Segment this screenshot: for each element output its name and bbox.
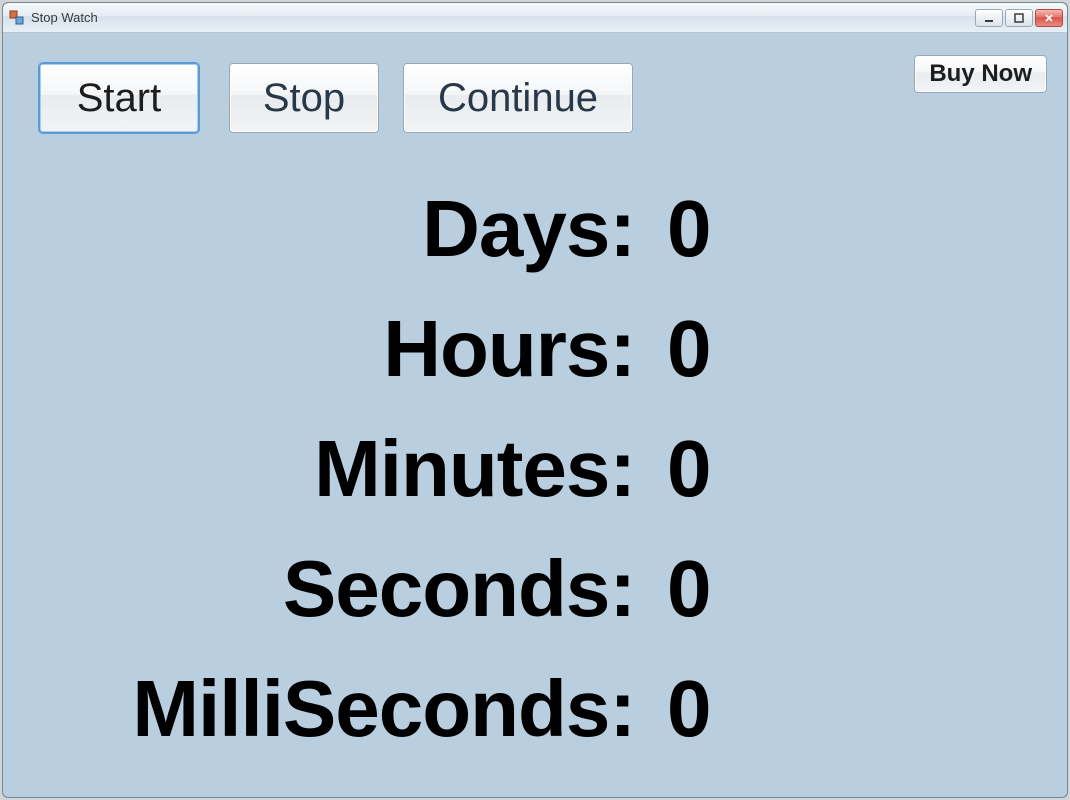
time-readout: Days: 0 Hours: 0 Minutes: 0 Seconds: 0 M…: [3, 183, 1067, 783]
hours-value: 0: [643, 303, 711, 395]
minimize-icon: [984, 13, 994, 23]
stop-button[interactable]: Stop: [229, 63, 379, 133]
days-value: 0: [643, 183, 711, 275]
milliseconds-label: MilliSeconds:: [3, 663, 643, 755]
window-controls: [975, 9, 1063, 27]
buy-now-button[interactable]: Buy Now: [914, 55, 1047, 93]
days-label: Days:: [3, 183, 643, 275]
close-button[interactable]: [1035, 9, 1063, 27]
hours-row: Hours: 0: [3, 303, 1067, 423]
start-button[interactable]: Start: [39, 63, 199, 133]
milliseconds-value: 0: [643, 663, 711, 755]
toolbar: Start Stop Continue Buy Now: [3, 33, 1067, 153]
minutes-label: Minutes:: [3, 423, 643, 515]
app-icon: [9, 10, 25, 26]
continue-button[interactable]: Continue: [403, 63, 633, 133]
milliseconds-row: MilliSeconds: 0: [3, 663, 1067, 783]
maximize-button[interactable]: [1005, 9, 1033, 27]
app-window: Stop Watch Start Stop Continue Buy Now: [2, 2, 1068, 798]
minutes-value: 0: [643, 423, 711, 515]
seconds-row: Seconds: 0: [3, 543, 1067, 663]
seconds-value: 0: [643, 543, 711, 635]
titlebar[interactable]: Stop Watch: [3, 3, 1067, 33]
minutes-row: Minutes: 0: [3, 423, 1067, 543]
hours-label: Hours:: [3, 303, 643, 395]
maximize-icon: [1014, 13, 1024, 23]
minimize-button[interactable]: [975, 9, 1003, 27]
window-title: Stop Watch: [31, 10, 98, 25]
close-icon: [1044, 13, 1054, 23]
days-row: Days: 0: [3, 183, 1067, 303]
seconds-label: Seconds:: [3, 543, 643, 635]
client-area: Start Stop Continue Buy Now Days: 0 Hour…: [3, 33, 1067, 797]
